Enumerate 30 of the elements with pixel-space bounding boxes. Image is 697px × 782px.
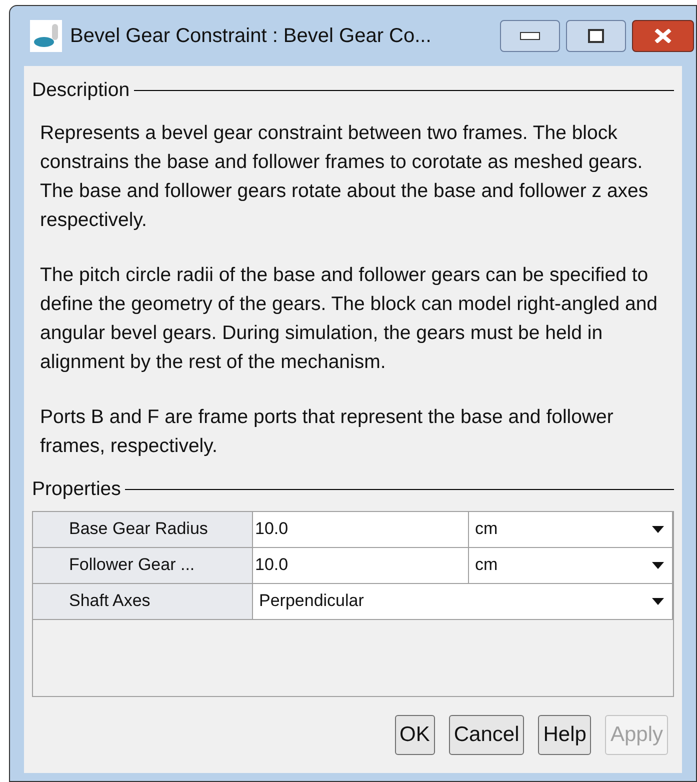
- dialog-button[interactable]: Help: [538, 714, 592, 754]
- value-field[interactable]: 10.0: [253, 548, 469, 584]
- close-icon: [653, 29, 673, 43]
- unit-dropdown[interactable]: cm: [469, 548, 673, 584]
- window-title: Bevel Gear Constraint : Bevel Gear Co...: [70, 24, 432, 49]
- minimize-icon: [520, 32, 540, 40]
- value-field[interactable]: 10.0: [253, 512, 469, 548]
- description-paragraph: The pitch circle radii of the base and follower gears can be specified to define the geometry of the gears. The block can model right-angled and angular bevel gears. During simulation, the gears must be held in alignment by the rest of the mechanism.: [40, 263, 659, 376]
- dropdown-caret-icon: [652, 598, 664, 604]
- gear-icon: [30, 20, 62, 52]
- description-paragraph: Ports B and F are frame ports that represent the base and follower frames, respectively.: [40, 405, 614, 460]
- property-label: Base Gear Radius: [33, 512, 253, 548]
- unit-text: cm: [475, 518, 498, 540]
- dialog-button[interactable]: Cancel: [448, 714, 524, 754]
- dropdown-caret-icon: [652, 562, 664, 568]
- dropdown-caret-icon: [652, 526, 664, 532]
- dialog-button[interactable]: OK: [394, 714, 435, 754]
- axes-dropdown[interactable]: Perpendicular: [253, 584, 673, 620]
- close-button[interactable]: [632, 20, 694, 52]
- unit-text: cm: [475, 554, 498, 576]
- property-label: Shaft Axes: [33, 584, 253, 620]
- section-heading: Description: [32, 78, 130, 103]
- section-heading: Properties: [32, 477, 121, 502]
- maximize-icon: [588, 29, 604, 43]
- maximize-button[interactable]: [566, 20, 626, 52]
- description-paragraph: Represents a bevel gear constraint between two frames. The block constrains the base and follower frames to corotate as meshed gears. The base and follower gears rotate about the base and follower z axes respectively.: [40, 121, 650, 234]
- axes-text: Perpendicular: [259, 590, 364, 612]
- minimize-button[interactable]: [500, 20, 560, 52]
- property-label: Follower Gear ...: [33, 548, 253, 584]
- unit-dropdown[interactable]: cm: [469, 512, 673, 548]
